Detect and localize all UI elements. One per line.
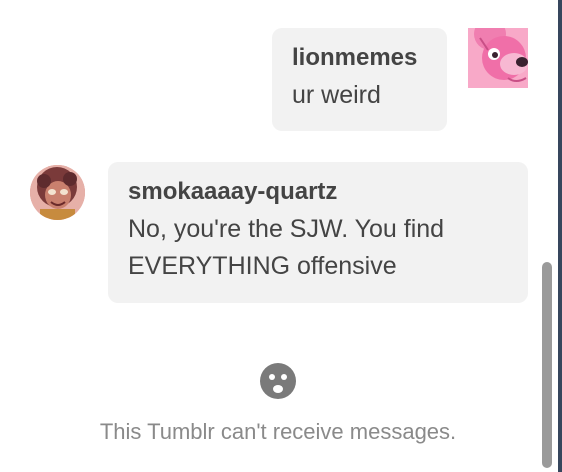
sad-face-icon <box>259 362 297 400</box>
message-bubble-outgoing: lionmemes ur weird <box>272 28 447 131</box>
pink-lion-icon <box>468 28 528 88</box>
message-username[interactable]: smokaaaay-quartz <box>128 178 508 206</box>
message-bubble-incoming: smokaaaay-quartz No, you're the SJW. You… <box>108 162 528 303</box>
message-text: No, you're the SJW. You find EVERYTHING … <box>128 215 445 280</box>
conversation-pane: lionmemes ur weird smokaaaay-quartz No, … <box>0 0 540 472</box>
smoky-quartz-avatar[interactable] <box>30 165 85 220</box>
message-username[interactable]: lionmemes <box>292 44 427 72</box>
cannot-receive-notice: This Tumblr can't receive messages. <box>0 362 556 445</box>
scrollbar[interactable] <box>540 0 562 472</box>
smoky-quartz-icon <box>30 165 85 220</box>
message-text: ur weird <box>292 81 381 109</box>
window-edge-divider <box>558 0 562 472</box>
cannot-receive-text: This Tumblr can't receive messages. <box>99 419 457 444</box>
scrollbar-thumb[interactable] <box>542 262 552 468</box>
pink-lion-avatar[interactable] <box>468 28 528 88</box>
